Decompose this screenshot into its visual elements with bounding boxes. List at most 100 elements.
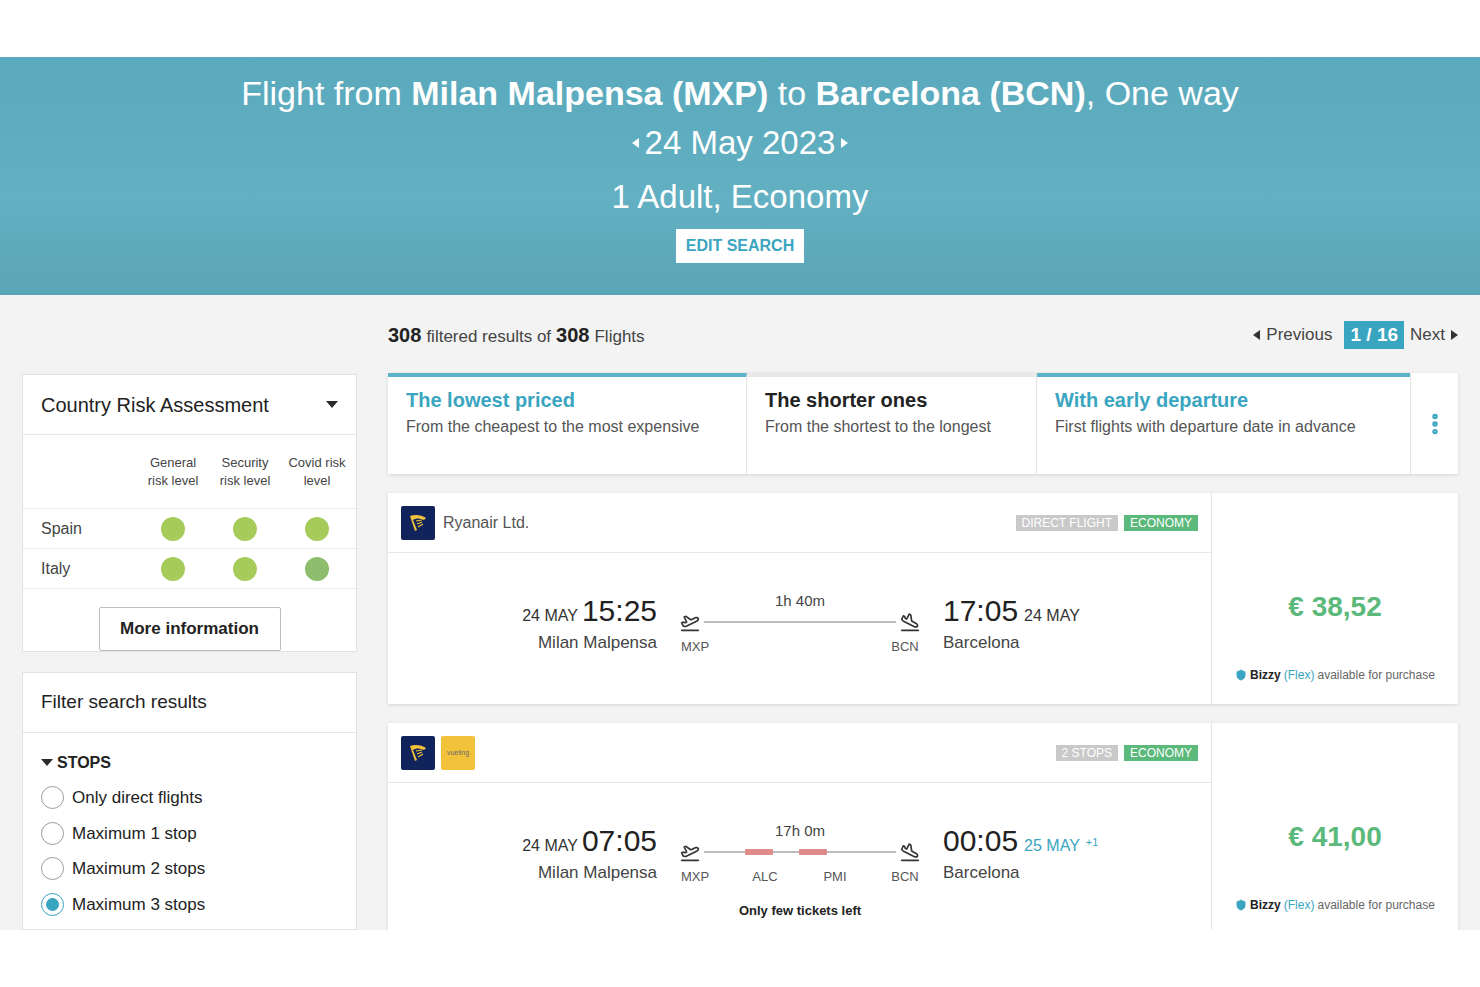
flight-details: Ryanair Ltd.DIRECT FLIGHTECONOMY24 MAY15…	[388, 493, 1211, 704]
flex-offer: Bizzy(Flex)available for purchase	[1235, 666, 1435, 684]
route: 1h 40m MXP BCN	[680, 591, 920, 657]
arrival: 00:0525 MAY+1Barcelona	[943, 821, 1098, 885]
pagination: Previous 1 / 16Next	[1253, 321, 1458, 350]
risk-panel: Country Risk AssessmentGeneral risk leve…	[22, 374, 357, 652]
departure-time: 07:05	[582, 821, 657, 861]
departure: 24 MAY15:25Milan Malpensa	[388, 591, 657, 655]
airport-code: PMI	[820, 867, 850, 887]
departure: 24 MAY07:05Milan Malpensa	[388, 821, 657, 885]
route-title: Flight from Milan Malpensa (MXP) to Barc…	[241, 71, 1239, 115]
airport-code: MXP	[680, 867, 710, 887]
radio-button[interactable]	[41, 786, 64, 809]
radio-button[interactable]	[41, 893, 64, 916]
stops-option[interactable]: Only direct flights	[41, 785, 338, 811]
arrival-city: Barcelona	[943, 861, 1020, 885]
previous-date-icon[interactable]	[632, 138, 639, 148]
previous-button[interactable]: Previous	[1266, 322, 1332, 348]
risk-dot	[161, 517, 185, 541]
price-panel[interactable]: € 38,52 Bizzy(Flex)available for purchase	[1211, 493, 1458, 704]
landing-icon	[900, 842, 920, 862]
stops-option[interactable]: Maximum 3 stops	[41, 892, 338, 918]
country-name: Spain	[41, 517, 137, 541]
route: 17h 0m MXP ALC PMI BCN Only few tickets left	[680, 821, 920, 920]
price: € 41,00	[1288, 819, 1381, 855]
departure-time: 15:25	[582, 591, 657, 631]
duration: 17h 0m	[680, 821, 920, 841]
takeoff-icon	[680, 612, 700, 632]
sort-tabs: The lowest pricedFrom the cheapest to th…	[388, 373, 1458, 474]
sort-tab[interactable]: The lowest pricedFrom the cheapest to th…	[388, 373, 747, 474]
filter-panel: Filter search results STOPS Only direct fl…	[22, 672, 357, 930]
content: Country Risk AssessmentGeneral risk leve…	[0, 295, 1480, 930]
airport-code: ALC	[750, 867, 780, 887]
more-icon[interactable]	[1422, 411, 1448, 437]
takeoff-icon	[680, 842, 700, 862]
arrival-city: Barcelona	[943, 631, 1020, 655]
risk-dot	[305, 557, 329, 581]
stops-section[interactable]: STOPS	[23, 751, 356, 775]
passengers: 1 Adult, Economy	[612, 175, 869, 219]
flight-card[interactable]: Ryanair Ltd.DIRECT FLIGHTECONOMY24 MAY15…	[388, 493, 1458, 704]
airport-code: BCN	[890, 867, 920, 887]
sort-tab[interactable]: With early departureFirst flights with d…	[1037, 373, 1410, 474]
departure-date: 24 MAY	[522, 604, 578, 628]
sidebar: Country Risk AssessmentGeneral risk leve…	[22, 295, 357, 930]
arrival-time: 00:05	[943, 821, 1018, 861]
sort-tab[interactable]: The shorter onesFrom the shortest to the…	[747, 373, 1037, 474]
risk-row: Spain	[23, 509, 356, 549]
stops-option[interactable]: Maximum 1 stop	[41, 821, 338, 847]
arrival-date: 25 MAY	[1024, 834, 1080, 858]
country-name: Italy	[41, 557, 137, 581]
arrival-time: 17:05	[943, 591, 1018, 631]
stop-marker	[745, 849, 773, 855]
harp-icon	[407, 512, 429, 534]
results-bar: 308filtered results of308FlightsPrevious…	[388, 323, 1458, 347]
availability-note: Only few tickets left	[680, 901, 920, 921]
flight-card-header: Ryanair Ltd.DIRECT FLIGHTECONOMY	[388, 493, 1211, 553]
filter-title: Filter search results	[41, 688, 207, 717]
previous-icon[interactable]	[1253, 330, 1260, 340]
risk-column-header: Covid risk level	[288, 454, 346, 490]
risk-dot	[305, 517, 329, 541]
risk-panel-header[interactable]: Country Risk Assessment	[23, 375, 356, 435]
next-icon[interactable]	[1451, 330, 1458, 340]
airport-code: MXP	[680, 637, 710, 657]
radio-button[interactable]	[41, 822, 64, 845]
ryanair-logo	[401, 736, 435, 770]
page-indicator: 1 / 16	[1344, 321, 1404, 350]
ryanair-logo	[401, 506, 435, 540]
flight-card-header: vueling2 STOPSECONOMY	[388, 723, 1211, 783]
next-date-icon[interactable]	[841, 138, 848, 148]
landing-icon	[900, 612, 920, 632]
price: € 38,52	[1288, 589, 1381, 625]
edit-search-button[interactable]: EDIT SEARCH	[676, 229, 804, 263]
departure-city: Milan Malpensa	[538, 861, 657, 885]
search-date: 24 May 2023	[645, 121, 836, 165]
risk-row: Italy	[23, 549, 356, 589]
next-button[interactable]: Next	[1410, 322, 1445, 348]
risk-column-header: Security risk level	[216, 454, 274, 490]
more-sorts[interactable]	[1410, 373, 1458, 474]
arrival-date: 24 MAY	[1024, 604, 1080, 628]
more-information-button[interactable]: More information	[99, 607, 281, 651]
airline-name: Ryanair Ltd.	[443, 511, 529, 535]
risk-dot	[233, 557, 257, 581]
risk-table: General risk level Security risk level Cov…	[23, 435, 356, 589]
vueling-logo: vueling	[441, 736, 475, 770]
airport-code: BCN	[890, 637, 920, 657]
flight-card[interactable]: vueling2 STOPSECONOMY 24 MAY07:05Milan Ma…	[388, 723, 1458, 930]
section-caret-icon	[41, 759, 53, 767]
date-picker[interactable]: 24 May 2023	[632, 121, 849, 165]
risk-dot	[161, 557, 185, 581]
results: 308filtered results of308FlightsPrevious…	[388, 295, 1458, 930]
departure-city: Milan Malpensa	[538, 631, 657, 655]
flight-tag: ECONOMY	[1124, 745, 1198, 761]
risk-column-header: General risk level	[144, 454, 202, 490]
flight-details: vueling2 STOPSECONOMY 24 MAY07:05Milan Ma…	[388, 723, 1211, 930]
price-panel[interactable]: € 41,00Bizzy(Flex)available for purchase	[1211, 723, 1458, 930]
radio-button[interactable]	[41, 857, 64, 880]
duration: 1h 40m	[680, 591, 920, 611]
stops-option[interactable]: Maximum 2 stops	[41, 856, 338, 882]
search-hero: Flight from Milan Malpensa (MXP) to Barc…	[0, 57, 1480, 295]
airport-codes: MXP ALC PMI BCN	[680, 867, 920, 887]
